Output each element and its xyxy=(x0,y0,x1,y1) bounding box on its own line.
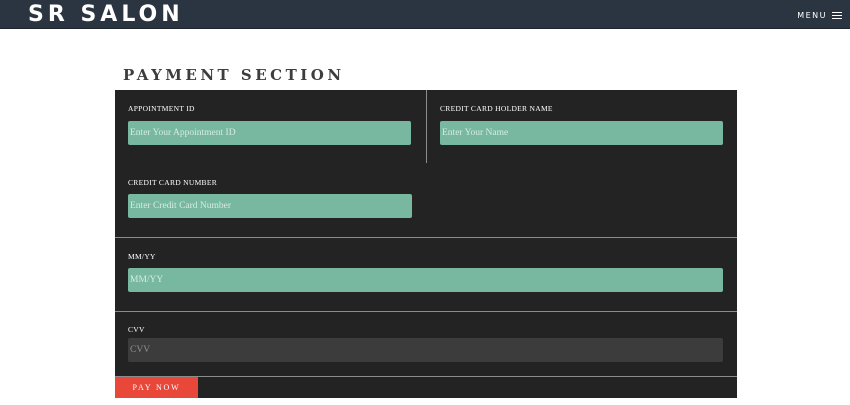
section-divider xyxy=(115,237,737,238)
card-number-label: CREDIT CARD NUMBER xyxy=(128,178,218,187)
card-number-input[interactable] xyxy=(128,194,412,218)
page-title: PAYMENT SECTION xyxy=(123,66,345,84)
payment-form: APPOINTMENT ID CREDIT CARD HOLDER NAME C… xyxy=(115,90,737,398)
pay-now-button[interactable]: PAY NOW xyxy=(115,377,198,398)
menu-label[interactable]: MENU xyxy=(797,11,827,20)
cvv-input[interactable] xyxy=(128,338,723,362)
appointment-id-label: APPOINTMENT ID xyxy=(128,104,195,113)
section-divider xyxy=(115,376,737,377)
hamburger-icon[interactable] xyxy=(832,11,842,20)
card-holder-name-input[interactable] xyxy=(440,121,723,145)
brand-logo[interactable]: SR SALON xyxy=(28,1,184,29)
expiry-input[interactable] xyxy=(128,268,723,292)
top-navbar: SR SALON MENU xyxy=(0,0,850,29)
cvv-label: CVV xyxy=(128,325,145,334)
expiry-label: MM/YY xyxy=(128,252,156,261)
appointment-id-input[interactable] xyxy=(128,121,411,145)
card-holder-name-label: CREDIT CARD HOLDER NAME xyxy=(440,104,553,113)
menu-toggle[interactable]: MENU xyxy=(797,8,842,22)
column-divider xyxy=(426,90,427,163)
section-divider xyxy=(115,311,737,312)
